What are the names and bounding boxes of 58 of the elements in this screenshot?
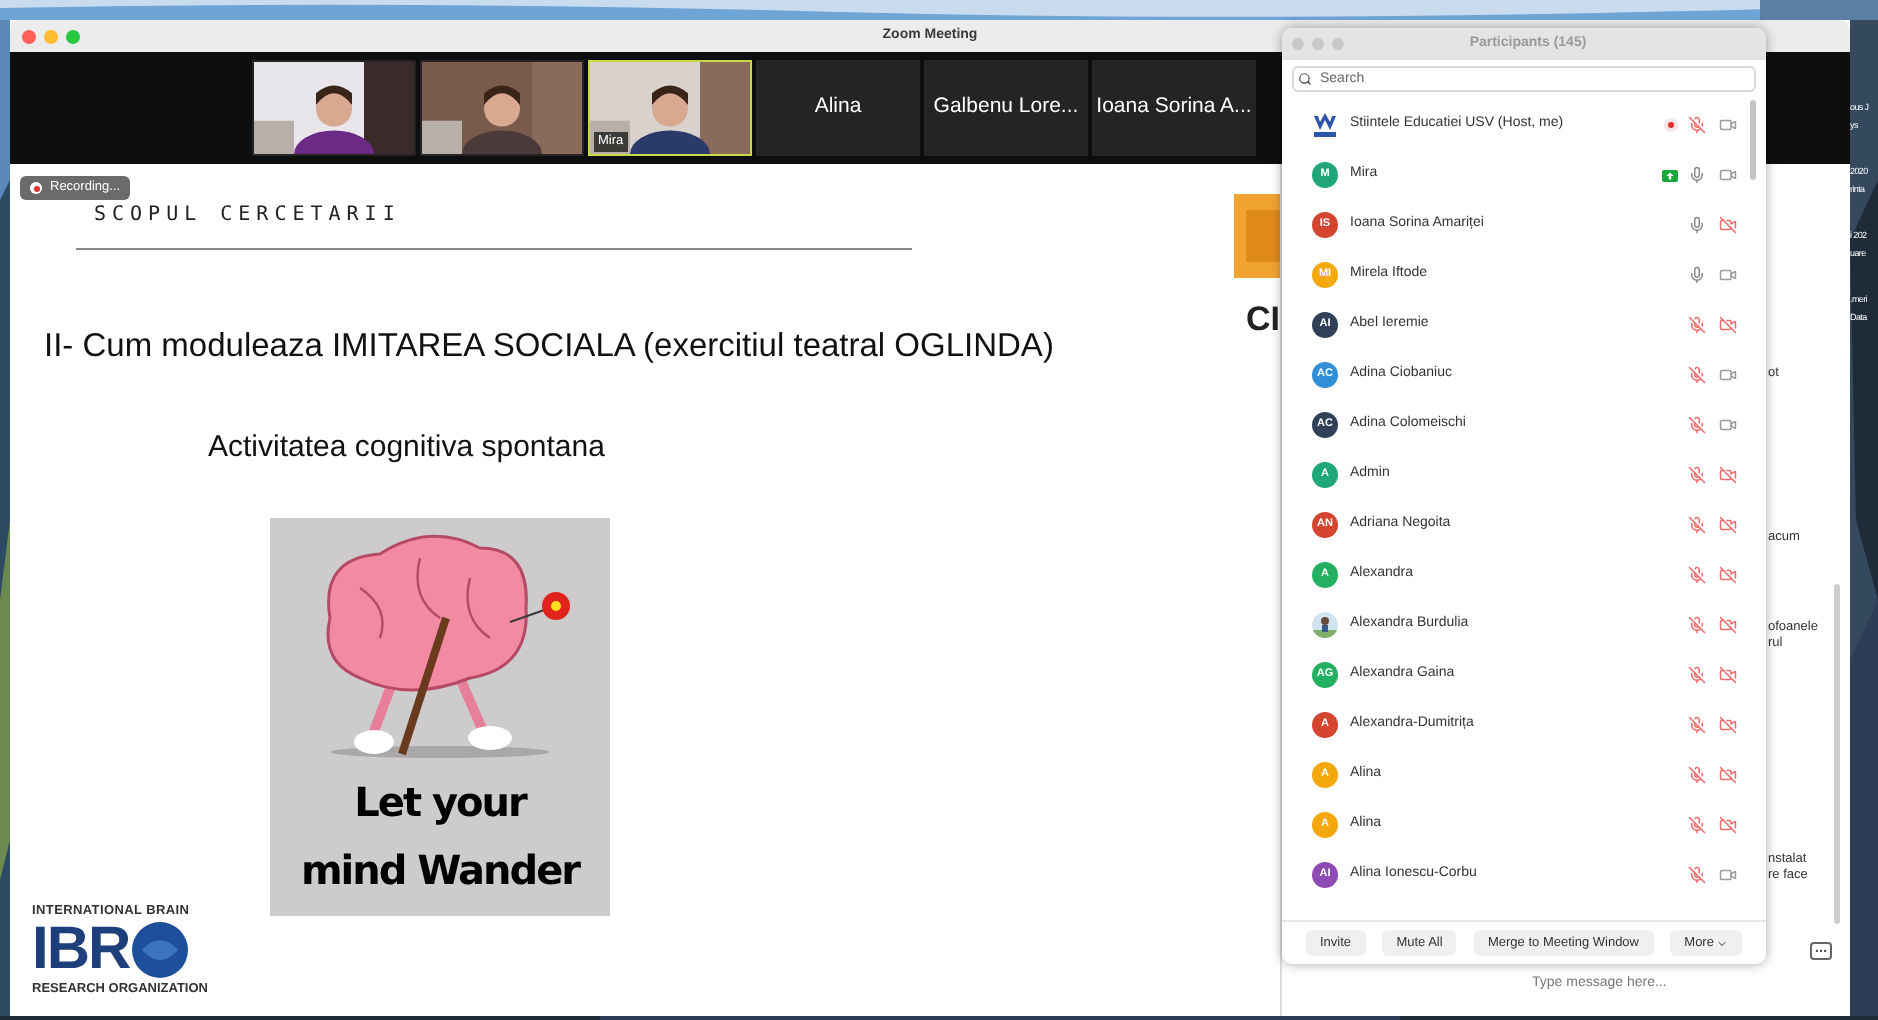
scrollbar[interactable] bbox=[1834, 584, 1840, 924]
muted-mic-icon[interactable] bbox=[1688, 866, 1706, 884]
share-screen-icon bbox=[1662, 169, 1678, 181]
camera-off-icon[interactable] bbox=[1718, 466, 1738, 484]
camera-off-icon[interactable] bbox=[1718, 816, 1738, 834]
poster-caption: Let your bbox=[354, 776, 526, 831]
muted-mic-icon[interactable] bbox=[1688, 116, 1706, 134]
participant-name: Ioana Sorina A... bbox=[1096, 92, 1252, 123]
muted-mic-icon[interactable] bbox=[1688, 516, 1706, 534]
camera-off-icon[interactable] bbox=[1718, 516, 1738, 534]
mic-icon[interactable] bbox=[1688, 166, 1706, 184]
muted-mic-icon[interactable] bbox=[1688, 416, 1706, 434]
camera-icon[interactable] bbox=[1718, 266, 1738, 284]
muted-mic-icon[interactable] bbox=[1688, 316, 1706, 334]
globe-icon bbox=[129, 920, 190, 981]
participant-name: Galbenu Lore... bbox=[933, 92, 1079, 123]
search-icon bbox=[1298, 72, 1312, 86]
mic-icon[interactable] bbox=[1688, 266, 1706, 284]
logo-wordmark: IBR bbox=[32, 920, 130, 981]
slide-text: II- Cum moduleaza IMITAREA SOCIALA (exercitiul teatral OGLINDA) bbox=[44, 326, 1056, 368]
camera-off-icon[interactable] bbox=[1718, 666, 1738, 684]
recording-icon bbox=[1664, 118, 1678, 132]
name-tile[interactable]: Galbenu Lore... bbox=[924, 60, 1088, 156]
maximize-icon[interactable] bbox=[66, 29, 80, 43]
poster-caption: mind Wander bbox=[300, 844, 580, 899]
more-options-button[interactable] bbox=[1810, 942, 1832, 960]
camera-icon[interactable] bbox=[1718, 416, 1738, 434]
camera-icon[interactable] bbox=[1718, 366, 1738, 384]
camera-off-icon[interactable] bbox=[1718, 716, 1738, 734]
camera-icon[interactable] bbox=[1718, 166, 1738, 184]
scrollbar[interactable] bbox=[1750, 100, 1756, 180]
name-tile[interactable]: Ioana Sorina A... bbox=[1092, 60, 1256, 156]
muted-mic-icon[interactable] bbox=[1688, 666, 1706, 684]
caret-icon bbox=[1715, 937, 1728, 949]
slide-heading: SCOPUL CERCETARII bbox=[94, 202, 403, 230]
logo-wordmark: CI bbox=[1246, 302, 1280, 338]
participant-name: Alina bbox=[814, 92, 862, 123]
slide-subtitle: Activitatea cognitiva spontana bbox=[208, 427, 607, 468]
mic-icon[interactable] bbox=[1688, 216, 1706, 234]
camera-off-icon[interactable] bbox=[1718, 766, 1738, 784]
muted-mic-icon[interactable] bbox=[1688, 816, 1706, 834]
ellipsis-icon bbox=[1814, 944, 1828, 958]
camera-icon[interactable] bbox=[1718, 116, 1738, 134]
camera-off-icon[interactable] bbox=[1718, 566, 1738, 584]
close-icon[interactable] bbox=[22, 29, 36, 43]
camera-icon[interactable] bbox=[1718, 866, 1738, 884]
camera-off-icon[interactable] bbox=[1718, 316, 1738, 334]
muted-mic-icon[interactable] bbox=[1688, 466, 1706, 484]
muted-mic-icon[interactable] bbox=[1688, 716, 1706, 734]
camera-off-icon[interactable] bbox=[1718, 616, 1738, 634]
name-tile[interactable]: Alina bbox=[756, 60, 920, 156]
camera-off-icon[interactable] bbox=[1718, 216, 1738, 234]
logo-icon bbox=[1312, 112, 1338, 138]
muted-mic-icon[interactable] bbox=[1688, 366, 1706, 384]
logo-icon bbox=[1234, 194, 1280, 278]
muted-mic-icon[interactable] bbox=[1688, 616, 1706, 634]
muted-mic-icon[interactable] bbox=[1688, 566, 1706, 584]
muted-mic-icon[interactable] bbox=[1688, 766, 1706, 784]
